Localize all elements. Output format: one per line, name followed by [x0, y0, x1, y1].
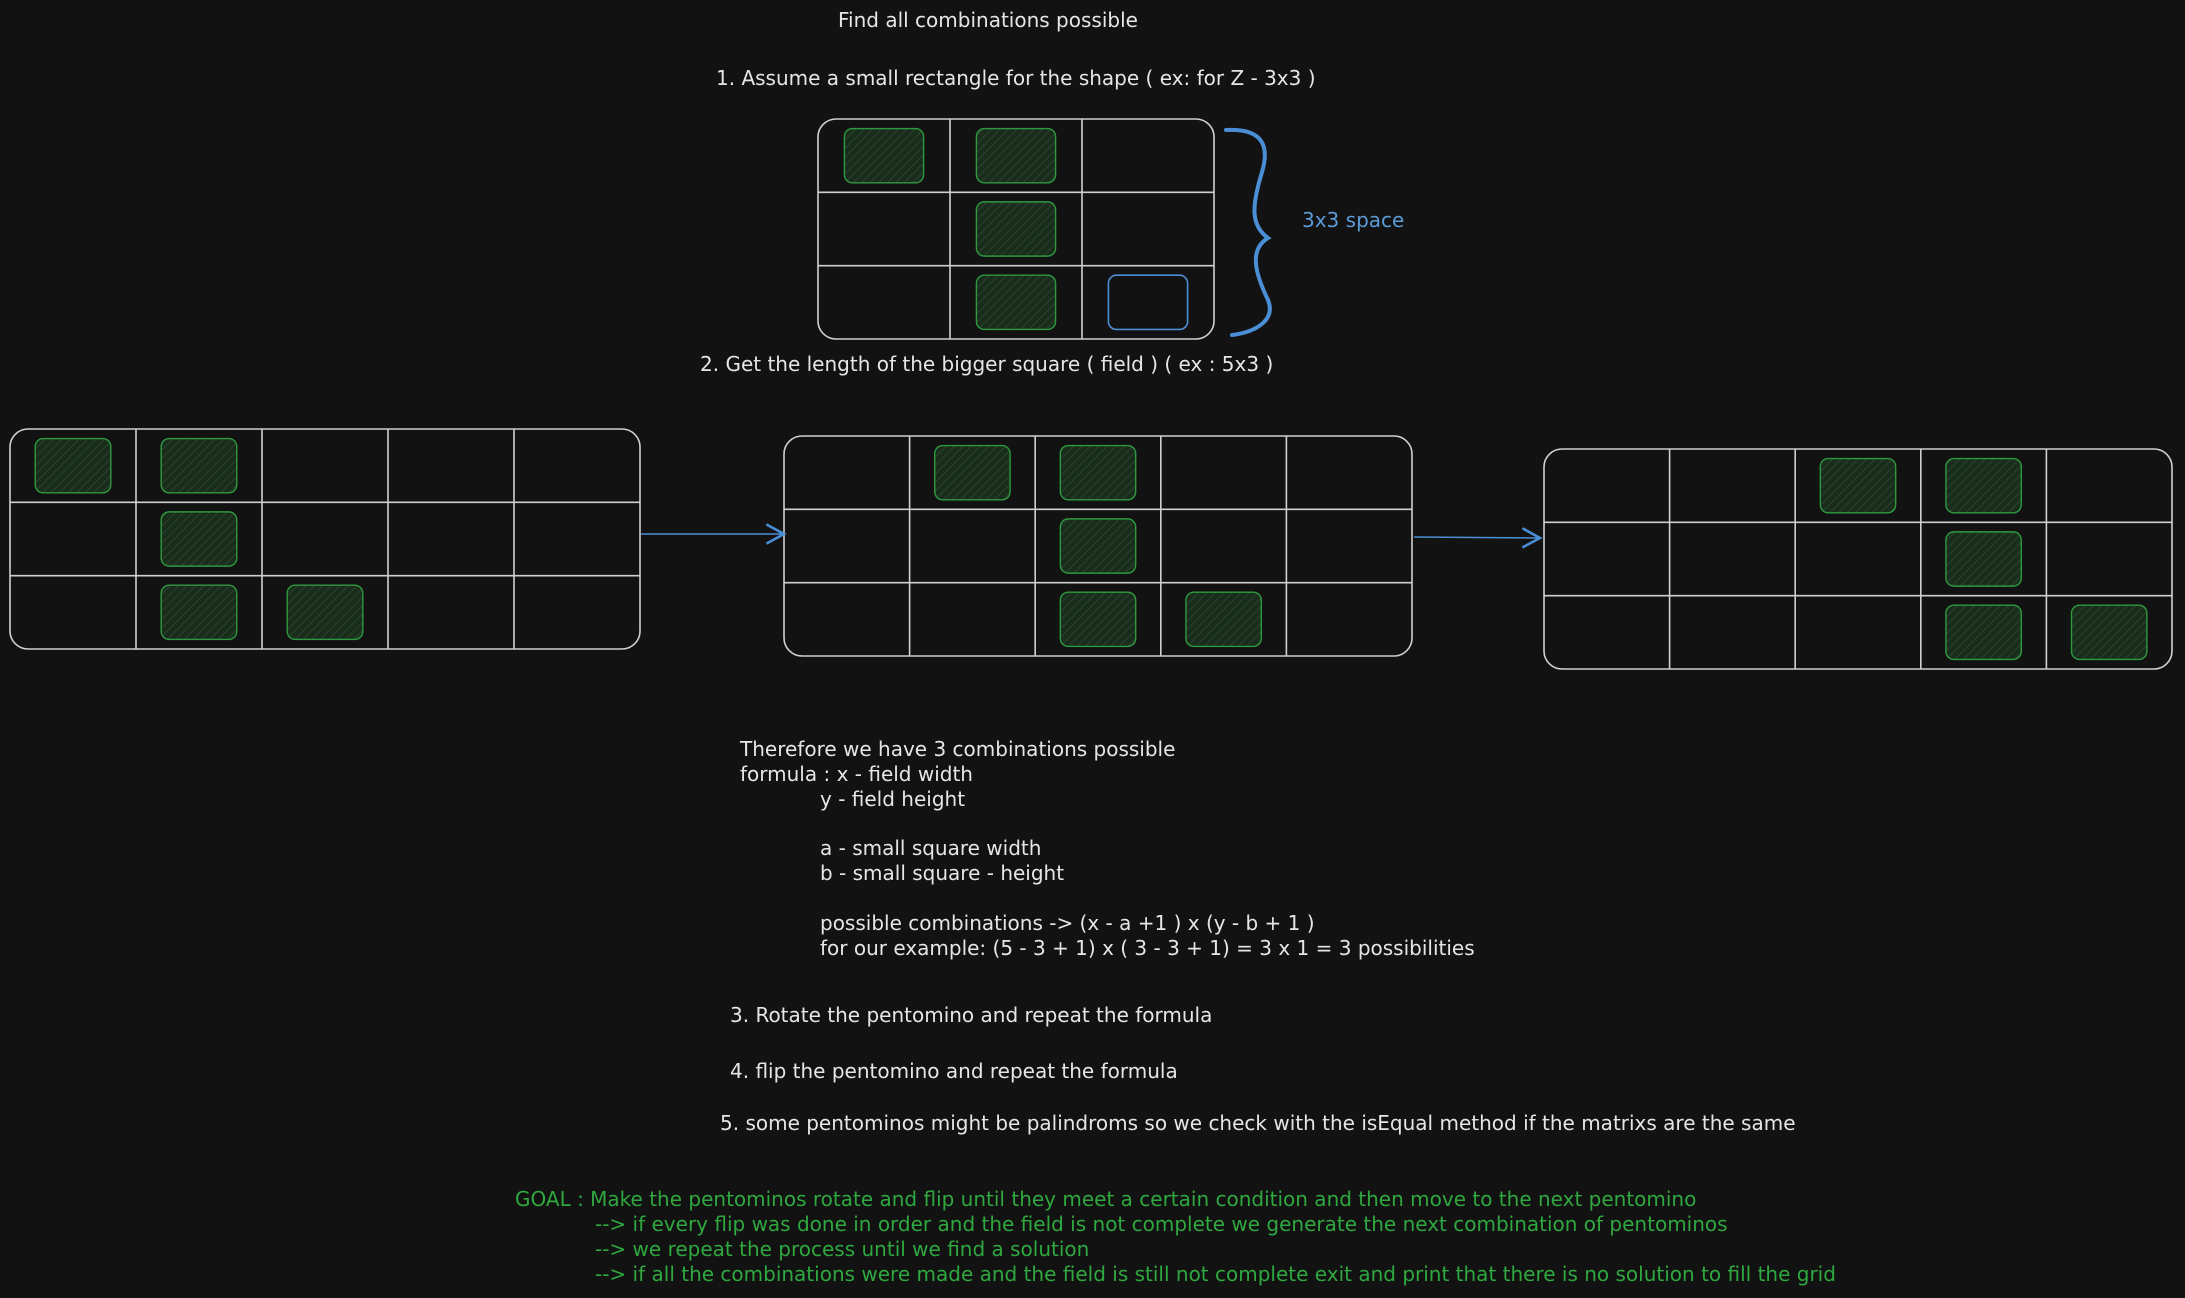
- filled-cell: [975, 201, 1057, 257]
- filled-cell: [1185, 591, 1262, 648]
- step-5-text: 5. some pentominos might be palindroms s…: [720, 1111, 1796, 1135]
- explanation-line-2: formula : x - field width: [740, 762, 973, 786]
- filled-cell: [843, 127, 925, 184]
- filled-cell: [1059, 518, 1137, 574]
- field-grid-1: [9, 428, 641, 650]
- arrow-2: [1413, 527, 1543, 549]
- filled-cell: [160, 584, 238, 641]
- small-grid-3x3: [817, 118, 1215, 340]
- explanation-line-5: b - small square - height: [820, 861, 1065, 885]
- curly-brace: [1224, 127, 1272, 337]
- highlight-cell: [1107, 274, 1189, 331]
- filled-cell: [160, 511, 238, 567]
- goal-line-2: --> if every flip was done in order and …: [595, 1212, 1728, 1236]
- explanation-line-1: Therefore we have 3 combinations possibl…: [740, 737, 1176, 761]
- field-grid-3: [1543, 448, 2173, 670]
- filled-cell: [975, 274, 1057, 331]
- filled-cell: [1059, 591, 1137, 648]
- goal-line-1: GOAL : Make the pentominos rotate and fl…: [515, 1187, 1697, 1211]
- filled-cell: [1819, 457, 1897, 514]
- step-3-text: 3. Rotate the pentomino and repeat the f…: [730, 1003, 1213, 1027]
- explanation-line-7: for our example: (5 - 3 + 1) x ( 3 - 3 +…: [820, 936, 1475, 960]
- goal-line-4: --> if all the combinations were made an…: [595, 1262, 1836, 1286]
- diagram-canvas: [9, 118, 2173, 670]
- filled-cell: [934, 444, 1011, 501]
- filled-cell: [975, 127, 1057, 184]
- explanation-line-3: y - field height: [820, 787, 966, 811]
- filled-cell: [160, 437, 238, 494]
- filled-cell: [286, 584, 364, 641]
- filled-cell: [1059, 444, 1137, 501]
- explanation-line-6: possible combinations -> (x - a +1 ) x (…: [820, 911, 1315, 935]
- field-grid-2: [783, 435, 1413, 657]
- filled-cell: [34, 437, 112, 494]
- filled-cell: [2070, 604, 2148, 661]
- filled-cell: [1945, 457, 2022, 514]
- explanation-line-4: a - small square width: [820, 836, 1042, 860]
- step-4-text: 4. flip the pentomino and repeat the for…: [730, 1059, 1178, 1083]
- goal-line-3: --> we repeat the process until we find …: [595, 1237, 1090, 1261]
- filled-cell: [1945, 531, 2022, 587]
- filled-cell: [1945, 604, 2022, 661]
